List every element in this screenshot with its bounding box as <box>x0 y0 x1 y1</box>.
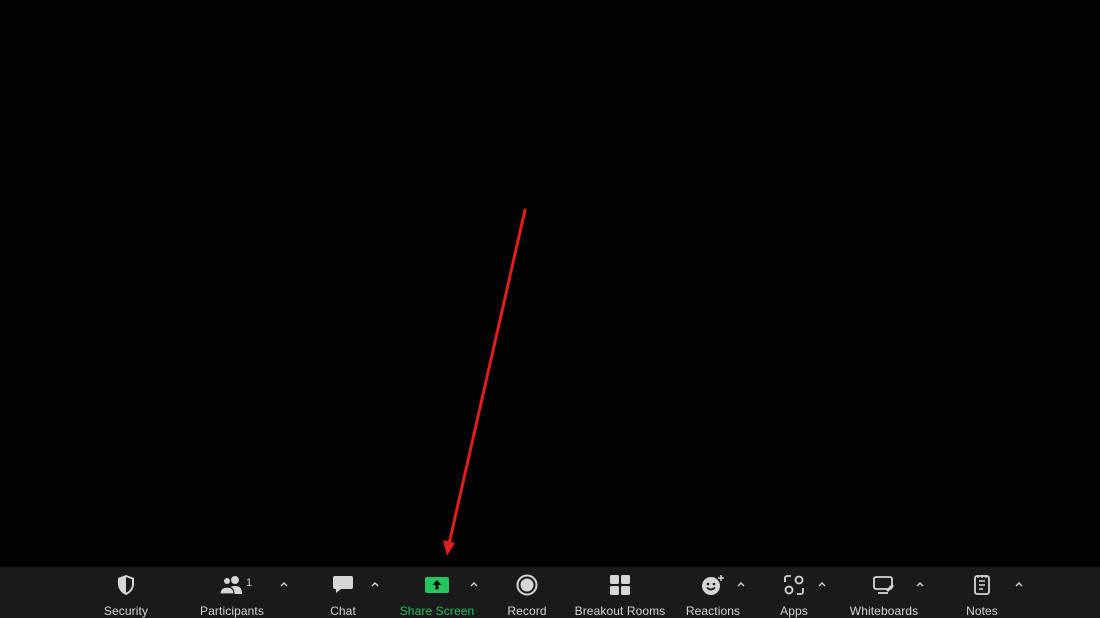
video-area <box>0 0 1100 567</box>
whiteboards-options-caret[interactable] <box>913 577 927 591</box>
chat-bubble-icon <box>333 576 353 593</box>
record-label: Record <box>507 604 547 618</box>
smiley-plus-icon <box>702 575 724 595</box>
apps-options-caret[interactable] <box>815 577 829 591</box>
participants-button[interactable]: 1 Participants <box>196 567 268 618</box>
apps-icon <box>784 575 804 595</box>
share-screen-button[interactable]: Share Screen <box>398 567 476 618</box>
whiteboard-icon <box>873 576 894 594</box>
security-button[interactable]: Security <box>95 567 157 618</box>
chat-options-caret[interactable] <box>368 577 382 591</box>
apps-button[interactable]: Apps <box>774 567 814 618</box>
participants-options-caret[interactable] <box>277 577 291 591</box>
breakout-rooms-button[interactable]: Breakout Rooms <box>573 567 667 618</box>
chevron-up-icon <box>371 582 379 587</box>
chevron-up-icon <box>737 582 745 587</box>
apps-label: Apps <box>780 604 808 618</box>
participant-count: 1 <box>246 577 253 589</box>
participants-label: Participants <box>200 604 264 618</box>
chat-button[interactable]: Chat <box>322 567 364 618</box>
zoom-meeting-window: Security 1 Participants Chat Share Scree… <box>0 0 1100 618</box>
share-screen-icon <box>425 577 449 593</box>
reactions-button[interactable]: Reactions <box>684 567 742 618</box>
reactions-options-caret[interactable] <box>734 577 748 591</box>
chevron-up-icon <box>280 582 288 587</box>
notes-button[interactable]: Notes <box>960 567 1004 618</box>
chevron-up-icon <box>818 582 826 587</box>
security-label: Security <box>103 604 149 618</box>
share-screen-options-caret[interactable] <box>467 577 481 591</box>
chat-label: Chat <box>330 604 356 618</box>
shield-icon <box>118 575 134 595</box>
reactions-label: Reactions <box>685 604 741 618</box>
record-button[interactable]: Record <box>503 567 551 618</box>
share-screen-label: Share Screen <box>399 604 475 618</box>
notes-icon <box>974 575 990 595</box>
chevron-up-icon <box>1015 582 1023 587</box>
meeting-toolbar: Security 1 Participants Chat Share Scree… <box>0 567 1100 618</box>
chevron-up-icon <box>470 582 478 587</box>
notes-options-caret[interactable] <box>1012 577 1026 591</box>
chevron-up-icon <box>916 582 924 587</box>
grid-icon <box>610 575 630 595</box>
record-icon <box>516 574 538 596</box>
whiteboards-button[interactable]: Whiteboards <box>846 567 922 618</box>
notes-label: Notes <box>966 604 998 618</box>
breakout-rooms-label: Breakout Rooms <box>574 604 666 618</box>
people-icon <box>219 576 242 595</box>
whiteboards-label: Whiteboards <box>849 604 919 618</box>
